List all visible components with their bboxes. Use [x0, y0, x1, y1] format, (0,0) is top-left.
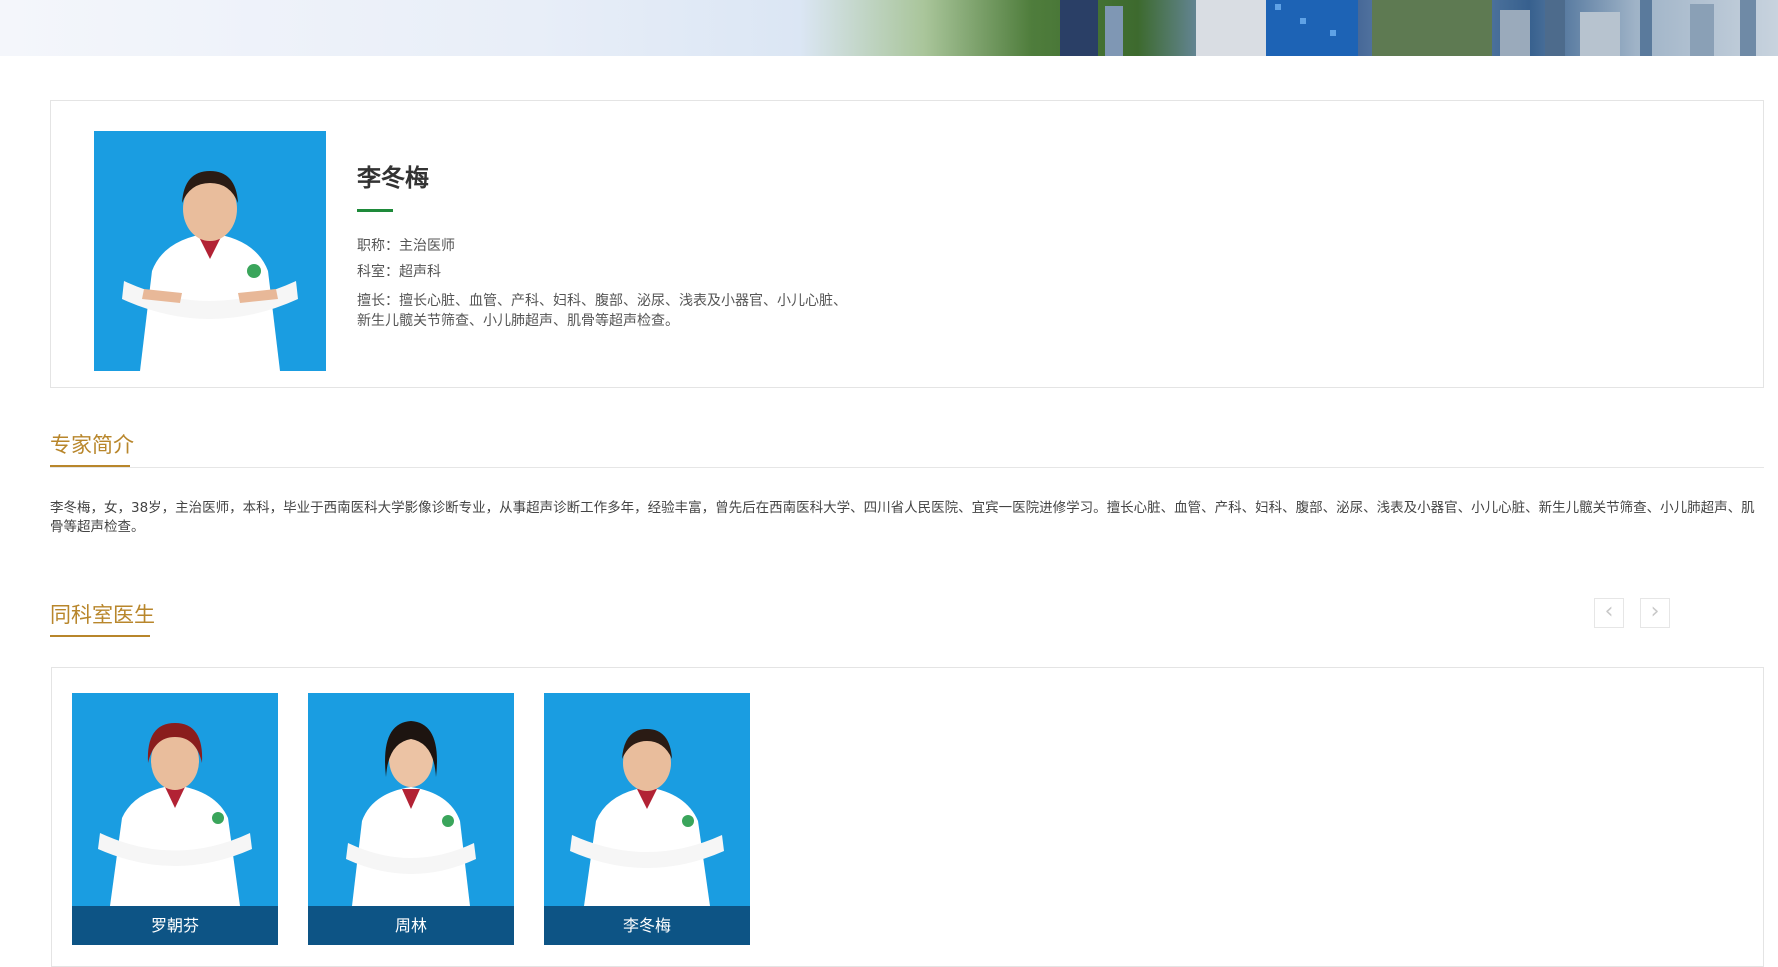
expert-bio: 李冬梅，女，38岁，主治医师，本科，毕业于西南医科大学影像诊断专业，从事超声诊断…	[50, 500, 1755, 535]
colleague-photo	[544, 693, 750, 906]
expert-name: 李冬梅	[357, 164, 429, 192]
expert-title: 职称：主治医师	[357, 238, 455, 254]
expert-profile-card: 李冬梅 职称：主治医师 科室：超声科 擅长：擅长心脏、血管、产科、妇科、腹部、泌…	[50, 100, 1764, 388]
name-underline	[357, 209, 393, 212]
colleague-card[interactable]: 李冬梅	[544, 693, 750, 945]
colleague-photo	[72, 693, 278, 906]
expert-photo	[94, 131, 326, 371]
colleague-photo	[308, 693, 514, 906]
carousel-prev-button[interactable]: ‹	[1594, 598, 1624, 628]
colleague-name: 周林	[308, 906, 514, 945]
expert-specialty: 擅长：擅长心脏、血管、产科、妇科、腹部、泌尿、浅表及小器官、小儿心脏、新生儿髋关…	[357, 293, 847, 329]
colleague-carousel: 罗朝芬 周林 李冬梅	[51, 667, 1764, 967]
section-title-colleagues: 同科室医生	[50, 603, 155, 627]
colleague-card[interactable]: 周林	[308, 693, 514, 945]
section-underline-colleagues	[50, 635, 150, 637]
section-title-intro: 专家简介	[50, 433, 134, 457]
expert-department: 科室：超声科	[357, 264, 441, 280]
colleague-name: 李冬梅	[544, 906, 750, 945]
chevron-left-icon: ‹	[1604, 599, 1614, 624]
section-divider	[50, 467, 1764, 468]
colleague-card[interactable]: 罗朝芬	[72, 693, 278, 945]
colleague-name: 罗朝芬	[72, 906, 278, 945]
chevron-right-icon: ›	[1650, 599, 1660, 624]
carousel-next-button[interactable]: ›	[1640, 598, 1670, 628]
city-skyline-image	[1060, 0, 1756, 56]
header-banner	[0, 0, 1778, 56]
